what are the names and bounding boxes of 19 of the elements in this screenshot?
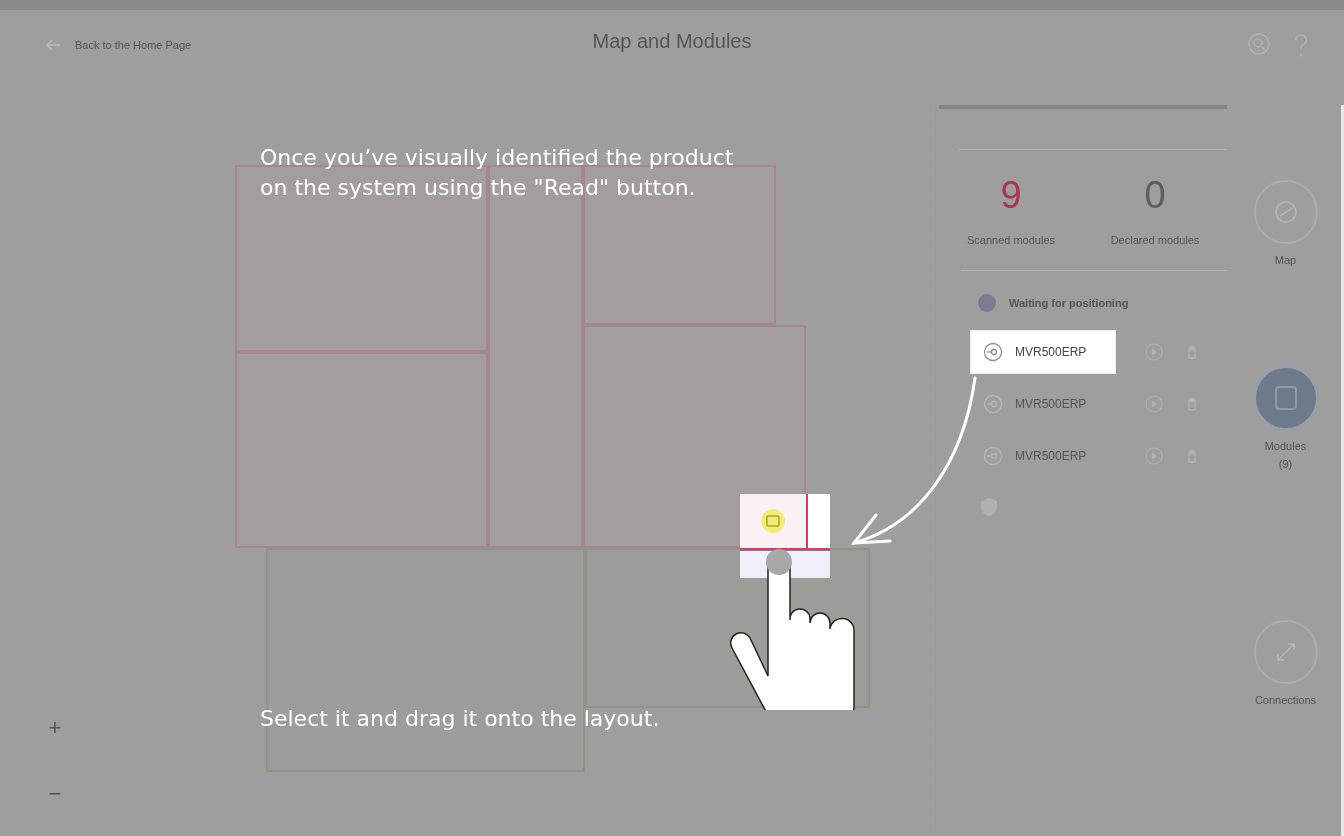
module-icon [760, 508, 786, 534]
back-arrow-icon [45, 39, 61, 51]
back-link[interactable]: Back to the Home Page [45, 39, 192, 51]
page-title: Map and Modules [592, 30, 752, 53]
tutorial-text: Select it and drag it onto the layout. [260, 705, 660, 733]
tutorial-text: Once you’ve visually identified the product on the system using the "Read" button. [260, 144, 735, 202]
zoom-button[interactable]: − [40, 781, 70, 807]
status-dot-icon [977, 293, 997, 313]
module-count: 0 [1143, 173, 1167, 218]
waiting-heading: Waiting for positioning [1009, 297, 1129, 309]
count-label: Scanned modules [965, 234, 1057, 246]
module-item[interactable]: MVR500ERP [971, 383, 1115, 425]
module-item[interactable]: MVR500ERP [971, 331, 1115, 373]
module-item[interactable]: MVR500ERP [971, 435, 1115, 477]
count-label: Declared modules [1109, 234, 1201, 246]
zoom-button[interactable]: + [40, 715, 70, 741]
module-block[interactable] [583, 325, 806, 548]
module-icon [983, 342, 1003, 362]
module-count: 9 [999, 173, 1023, 218]
